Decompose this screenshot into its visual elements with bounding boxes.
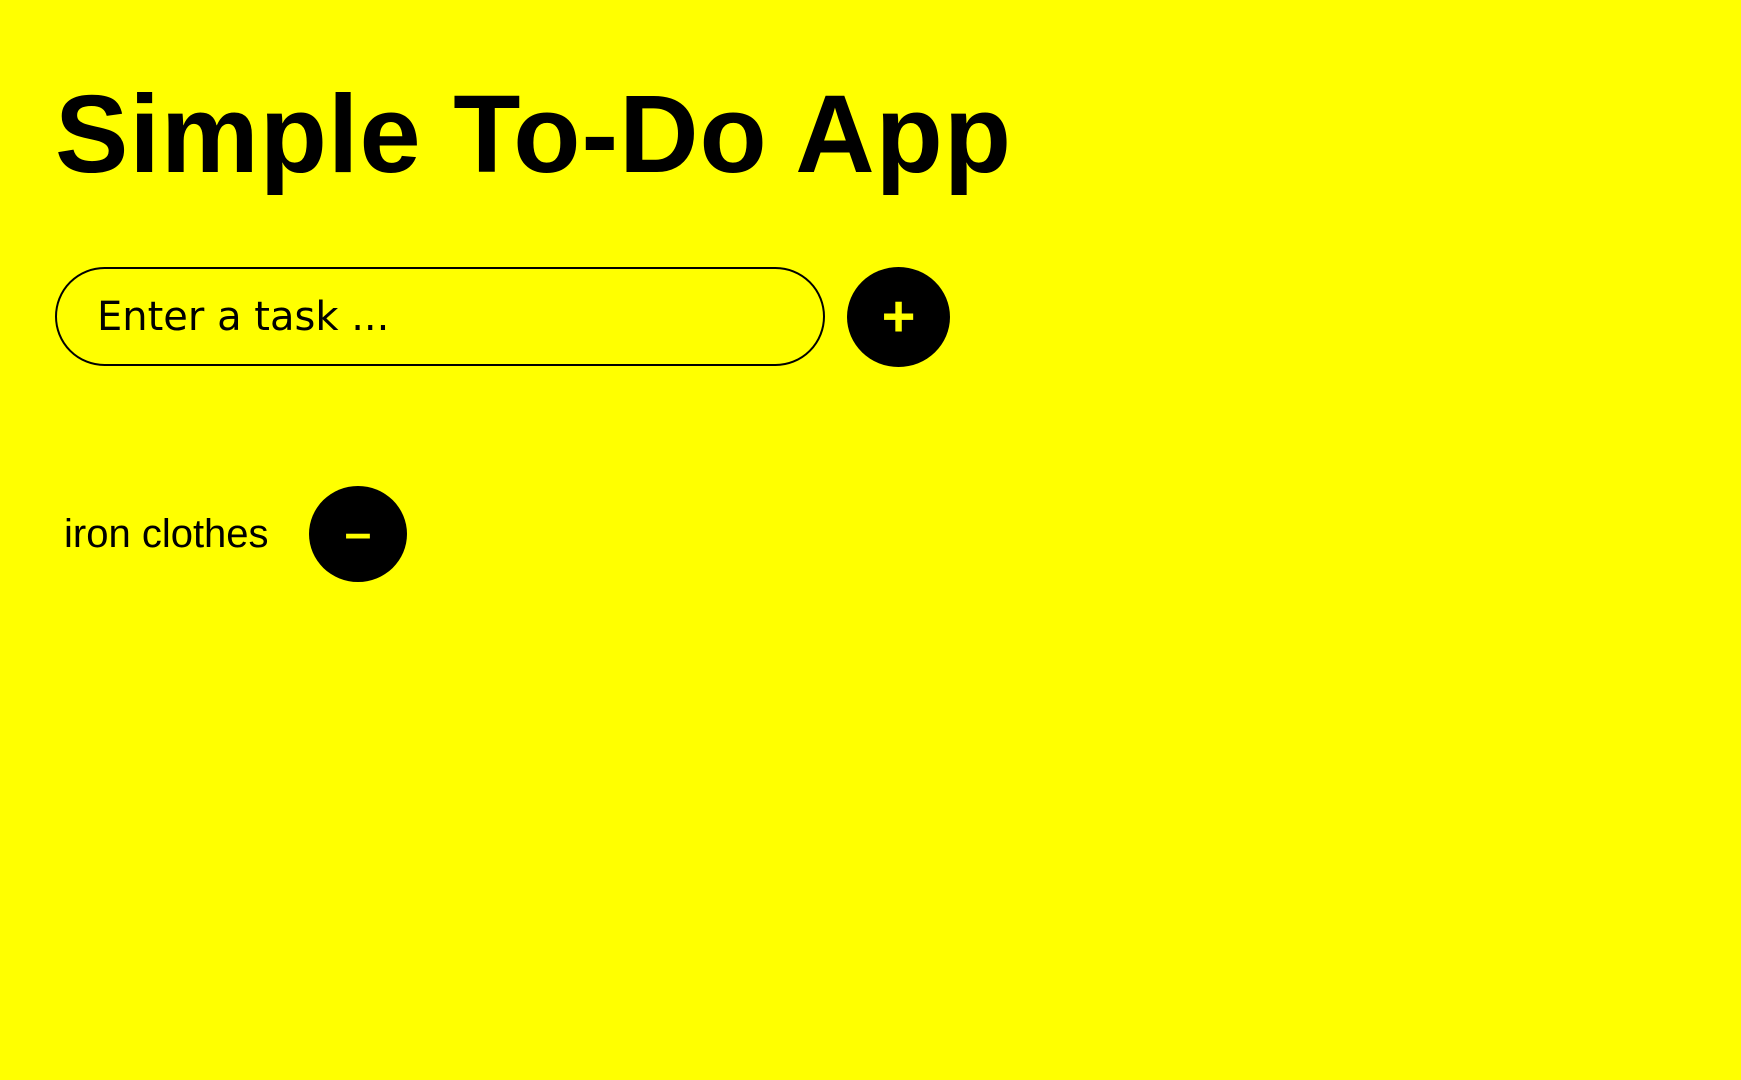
task-list: iron clothes – (64, 486, 464, 584)
task-input[interactable] (55, 267, 825, 366)
remove-task-button[interactable]: – (309, 486, 407, 582)
page-title: Simple To-Do App (55, 73, 1013, 196)
task-text: iron clothes (64, 512, 269, 556)
list-item: iron clothes – (64, 486, 464, 584)
todo-app: Simple To-Do App + iron clothes – (0, 0, 1741, 1080)
add-task-button[interactable]: + (847, 267, 950, 367)
